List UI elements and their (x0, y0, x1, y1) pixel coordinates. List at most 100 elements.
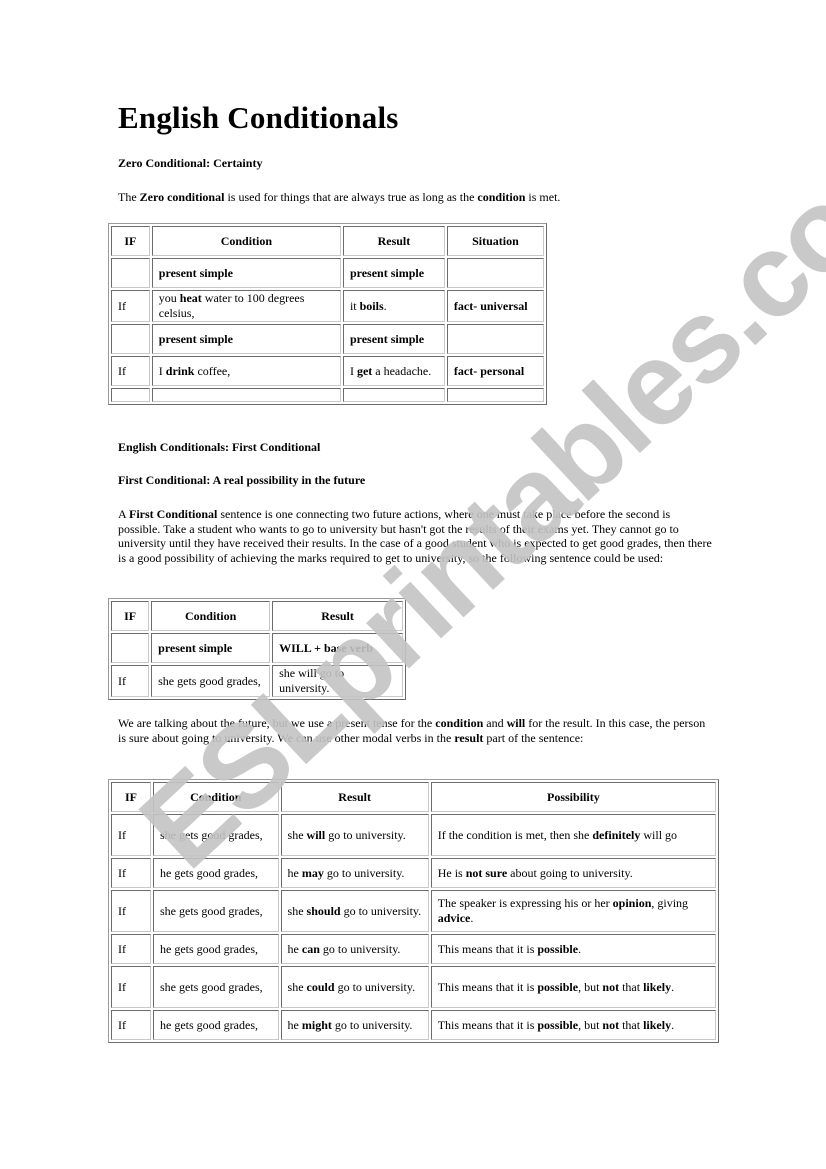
text-run: she gets good grades, (160, 827, 263, 842)
bold-text: can (301, 941, 320, 956)
bold-text: present simple (158, 640, 233, 655)
cell-possibility: He is not sure about going to university… (430, 858, 716, 888)
text-run: , but (578, 1017, 603, 1032)
text-run: coffee, (194, 363, 231, 378)
column-header-situation: Situation (446, 226, 544, 256)
text-run: she gets good grades, (160, 903, 263, 918)
column-header-condition: Condition (153, 782, 279, 812)
page-title: English Conditionals (118, 100, 399, 135)
cell-situation: fact- universal (446, 290, 544, 322)
text-run: The speaker is expressing his or her (437, 896, 613, 910)
bold-text: should (306, 903, 341, 918)
text-run: If (118, 673, 126, 688)
bold-text: present simple (349, 331, 425, 346)
cell-condition: he gets good grades, (153, 1010, 279, 1040)
cell-if: If (111, 966, 152, 1008)
text-run: that (619, 1017, 644, 1032)
column-header-if: IF (111, 601, 150, 631)
text-run: part of the sentence: (483, 730, 584, 745)
text-run: I (349, 363, 357, 378)
text-run: The (118, 190, 140, 204)
cell-result: present simple (342, 324, 445, 354)
text-run: , but (578, 979, 603, 994)
bold-text: boils (359, 298, 384, 313)
text-run: If (118, 827, 126, 842)
text-run: This means that it is (437, 941, 538, 956)
cell-condition: present simple (151, 324, 341, 354)
bold-text: possible (537, 941, 579, 956)
text-run: he gets good grades, (160, 941, 258, 956)
column-header-possibility: Possibility (430, 782, 716, 812)
cell-if: If (111, 290, 150, 322)
first-conditional-explanation: We are talking about the future, but we … (118, 716, 714, 745)
cell-if: If (111, 934, 152, 964)
text-run: that (619, 979, 644, 994)
text-run: is used for things that are always true … (224, 190, 478, 204)
first-conditional-section-heading: English Conditionals: First Conditional (118, 440, 321, 454)
table-header-row: IF Condition Result (111, 601, 403, 631)
cell-if: If (111, 890, 152, 932)
bold-text: possible (537, 1017, 579, 1032)
cell-if: If (111, 356, 150, 386)
cell-possibility: This means that it is possible, but not … (430, 966, 716, 1008)
cell-condition: she gets good grades, (153, 814, 279, 856)
text-run: . (578, 941, 582, 956)
text-run: If (118, 298, 126, 313)
bold-text: fact- universal (453, 298, 528, 313)
cell-condition: she gets good grades, (151, 665, 271, 697)
bold-text: drink (165, 363, 195, 378)
first-conditional-heading: First Conditional: A real possibility in… (118, 473, 366, 487)
text-run: I (158, 363, 166, 378)
cell-possibility: The speaker is expressing his or her opi… (430, 890, 716, 932)
table-row: If she gets good grades, she will go to un… (111, 814, 716, 856)
cell-result: present simple (342, 258, 445, 288)
bold-text: Zero conditional (139, 190, 225, 204)
text-run: about going to university. (507, 865, 633, 880)
table-row: present simple present simple (111, 324, 544, 354)
table-row: If she gets good grades, she will go to un… (111, 665, 403, 697)
bold-text: get (356, 363, 373, 378)
text-run: If (118, 363, 126, 378)
table-row (111, 388, 544, 402)
cell-if: If (111, 858, 152, 888)
bold-text: fact- personal (453, 363, 525, 378)
cell-possibility: This means that it is possible, but not … (430, 1010, 716, 1040)
text-run: , giving (651, 896, 689, 910)
bold-text: present simple (158, 331, 233, 346)
cell-condition: you heat water to 100 degrees celsius, (151, 290, 341, 322)
text-run: it (349, 298, 360, 313)
text-run: you (158, 291, 180, 305)
column-header-condition: Condition (151, 601, 271, 631)
cell-result: it boils. (342, 290, 445, 322)
text-run: she (287, 979, 307, 994)
column-header-result: Result (280, 782, 429, 812)
text-run: he (287, 1017, 302, 1032)
text-run: If (118, 1017, 126, 1032)
column-header-if: IF (111, 226, 150, 256)
modal-verbs-table: IF Condition Result Possibility If she gets g… (108, 779, 719, 1043)
cell-result (342, 388, 445, 402)
table-row: If he gets good grades, he may go to unive… (111, 858, 716, 888)
cell-result: she should go to university. (280, 890, 429, 932)
cell-result: she could go to university. (280, 966, 429, 1008)
cell-if (111, 258, 150, 288)
text-run: he (287, 941, 302, 956)
text-run: go to university. (334, 979, 416, 994)
cell-result: he might go to university. (280, 1010, 429, 1040)
bold-text: advice (437, 911, 471, 925)
cell-situation: fact- personal (446, 356, 544, 386)
table-header-row: IF Condition Result Possibility (111, 782, 716, 812)
bold-text: likely (643, 979, 672, 994)
cell-situation (446, 258, 544, 288)
text-run: A (118, 507, 130, 521)
cell-if (111, 388, 150, 402)
bold-text: not (602, 979, 620, 994)
cell-if: If (111, 1010, 152, 1040)
text-run: . (470, 911, 474, 925)
table-row: If I drink coffee, I get a headache. fact- … (111, 356, 544, 386)
text-run: go to university. (331, 1017, 413, 1032)
text-run: go to university. (325, 827, 406, 842)
table-row: If he gets good grades, he might go to uni… (111, 1010, 716, 1040)
cell-situation (446, 324, 544, 354)
column-header-result: Result (272, 601, 403, 631)
